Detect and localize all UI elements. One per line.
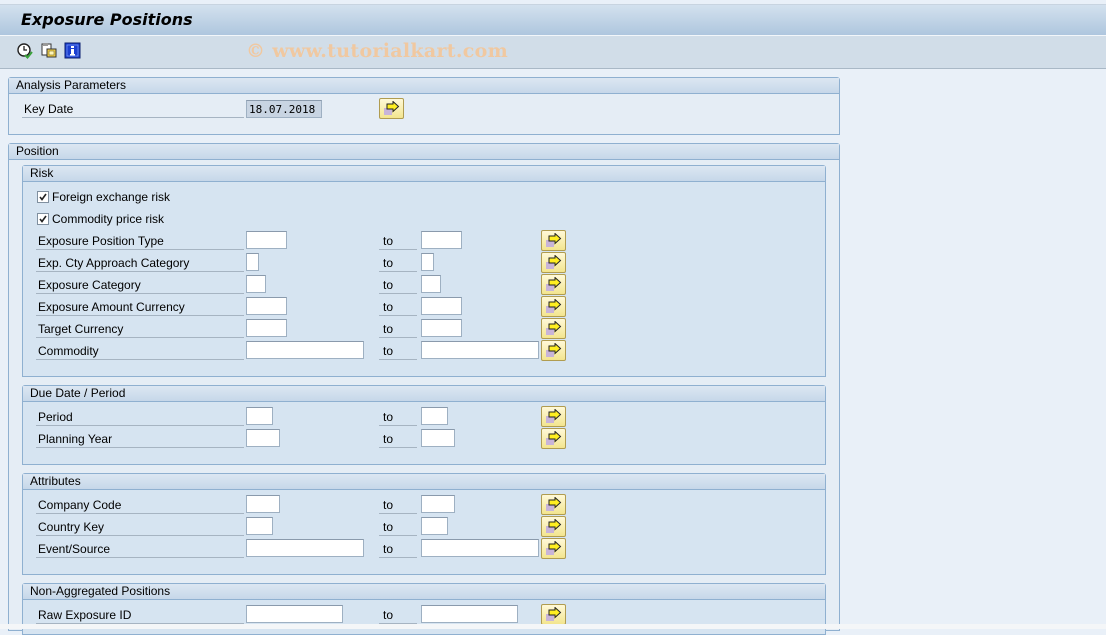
period-from-input[interactable] xyxy=(246,407,273,425)
exposure-position-type-to-input[interactable] xyxy=(421,231,462,249)
arrow-right-icon xyxy=(546,299,562,313)
exp-cty-approach-category-to-input[interactable] xyxy=(421,253,434,271)
to-label: to xyxy=(379,496,417,514)
foreign-exchange-risk-label: Foreign exchange risk xyxy=(52,190,171,204)
field-label: Exp. Cty Approach Category xyxy=(36,254,244,272)
to-label: to xyxy=(379,232,417,250)
info-icon[interactable] xyxy=(64,42,82,60)
arrow-right-icon xyxy=(546,431,562,445)
foreign-exchange-risk-checkbox[interactable] xyxy=(37,191,49,203)
event-source-to-input[interactable] xyxy=(421,539,539,557)
arrow-right-icon xyxy=(546,277,562,291)
field-label: Exposure Position Type xyxy=(36,232,244,250)
group-title: Risk xyxy=(23,166,825,182)
multiple-selection-button[interactable] xyxy=(541,230,566,251)
field-label: Company Code xyxy=(36,496,244,514)
to-label: to xyxy=(379,408,417,426)
target-currency-from-input[interactable] xyxy=(246,319,287,337)
field-label: Raw Exposure ID xyxy=(36,606,244,624)
field-label: Event/Source xyxy=(36,540,244,558)
page-title: Exposure Positions xyxy=(21,10,193,29)
multiple-selection-button[interactable] xyxy=(541,340,566,361)
arrow-right-icon xyxy=(546,255,562,269)
to-label: to xyxy=(379,606,417,624)
field-label: Country Key xyxy=(36,518,244,536)
arrow-right-icon xyxy=(546,321,562,335)
group-title: Attributes xyxy=(23,474,825,490)
arrow-right-icon xyxy=(546,497,562,511)
arrow-right-icon xyxy=(546,541,562,555)
company-code-from-input[interactable] xyxy=(246,495,280,513)
get-variant-icon[interactable] xyxy=(40,42,58,60)
key-date-multiple-selection-button[interactable] xyxy=(379,98,404,119)
field-label: Period xyxy=(36,408,244,426)
multiple-selection-button[interactable] xyxy=(541,274,566,295)
arrow-right-icon xyxy=(546,519,562,533)
group-title: Analysis Parameters xyxy=(9,78,839,94)
commodity-price-risk-label: Commodity price risk xyxy=(52,212,165,226)
arrow-right-icon xyxy=(546,343,562,357)
bottom-edge xyxy=(0,624,1106,629)
application-toolbar: © www.tutorialkart.com xyxy=(0,36,1106,69)
country-key-from-input[interactable] xyxy=(246,517,273,535)
key-date-input[interactable] xyxy=(246,100,322,118)
commodity-to-input[interactable] xyxy=(421,341,539,359)
exposure-amount-currency-from-input[interactable] xyxy=(246,297,287,315)
exposure-category-to-input[interactable] xyxy=(421,275,441,293)
multiple-selection-button[interactable] xyxy=(541,252,566,273)
multiple-selection-button[interactable] xyxy=(541,318,566,339)
execute-clock-icon[interactable] xyxy=(16,42,34,60)
multiple-selection-button[interactable] xyxy=(541,604,566,625)
exposure-amount-currency-to-input[interactable] xyxy=(421,297,462,315)
checkmark-icon xyxy=(39,193,47,201)
checkmark-icon xyxy=(39,215,47,223)
raw-exposure-id-to-input[interactable] xyxy=(421,605,518,623)
group-title: Due Date / Period xyxy=(23,386,825,402)
arrow-right-icon xyxy=(546,607,562,621)
exp-cty-approach-category-from-input[interactable] xyxy=(246,253,259,271)
to-label: to xyxy=(379,540,417,558)
watermark-text: © www.tutorialkart.com xyxy=(246,40,509,62)
target-currency-to-input[interactable] xyxy=(421,319,462,337)
key-date-label: Key Date xyxy=(22,100,244,118)
field-label: Target Currency xyxy=(36,320,244,338)
group-title: Position xyxy=(9,144,839,160)
field-label: Exposure Amount Currency xyxy=(36,298,244,316)
title-bar: Exposure Positions xyxy=(0,4,1106,36)
exposure-position-type-from-input[interactable] xyxy=(246,231,287,249)
period-to-input[interactable] xyxy=(421,407,448,425)
to-label: to xyxy=(379,298,417,316)
country-key-to-input[interactable] xyxy=(421,517,448,535)
to-label: to xyxy=(379,430,417,448)
multiple-selection-button[interactable] xyxy=(541,516,566,537)
commodity-price-risk-checkbox[interactable] xyxy=(37,213,49,225)
multiple-selection-button[interactable] xyxy=(541,494,566,515)
multiple-selection-button[interactable] xyxy=(541,296,566,317)
raw-exposure-id-from-input[interactable] xyxy=(246,605,343,623)
to-label: to xyxy=(379,342,417,360)
company-code-to-input[interactable] xyxy=(421,495,455,513)
to-label: to xyxy=(379,518,417,536)
group-title: Non-Aggregated Positions xyxy=(23,584,825,600)
planning-year-from-input[interactable] xyxy=(246,429,280,447)
to-label: to xyxy=(379,320,417,338)
arrow-right-icon xyxy=(384,101,400,115)
arrow-right-icon xyxy=(546,409,562,423)
field-label: Planning Year xyxy=(36,430,244,448)
planning-year-to-input[interactable] xyxy=(421,429,455,447)
commodity-from-input[interactable] xyxy=(246,341,364,359)
exposure-category-from-input[interactable] xyxy=(246,275,266,293)
arrow-right-icon xyxy=(546,233,562,247)
to-label: to xyxy=(379,254,417,272)
multiple-selection-button[interactable] xyxy=(541,406,566,427)
multiple-selection-button[interactable] xyxy=(541,538,566,559)
field-label: Exposure Category xyxy=(36,276,244,294)
multiple-selection-button[interactable] xyxy=(541,428,566,449)
field-label: Commodity xyxy=(36,342,244,360)
event-source-from-input[interactable] xyxy=(246,539,364,557)
to-label: to xyxy=(379,276,417,294)
